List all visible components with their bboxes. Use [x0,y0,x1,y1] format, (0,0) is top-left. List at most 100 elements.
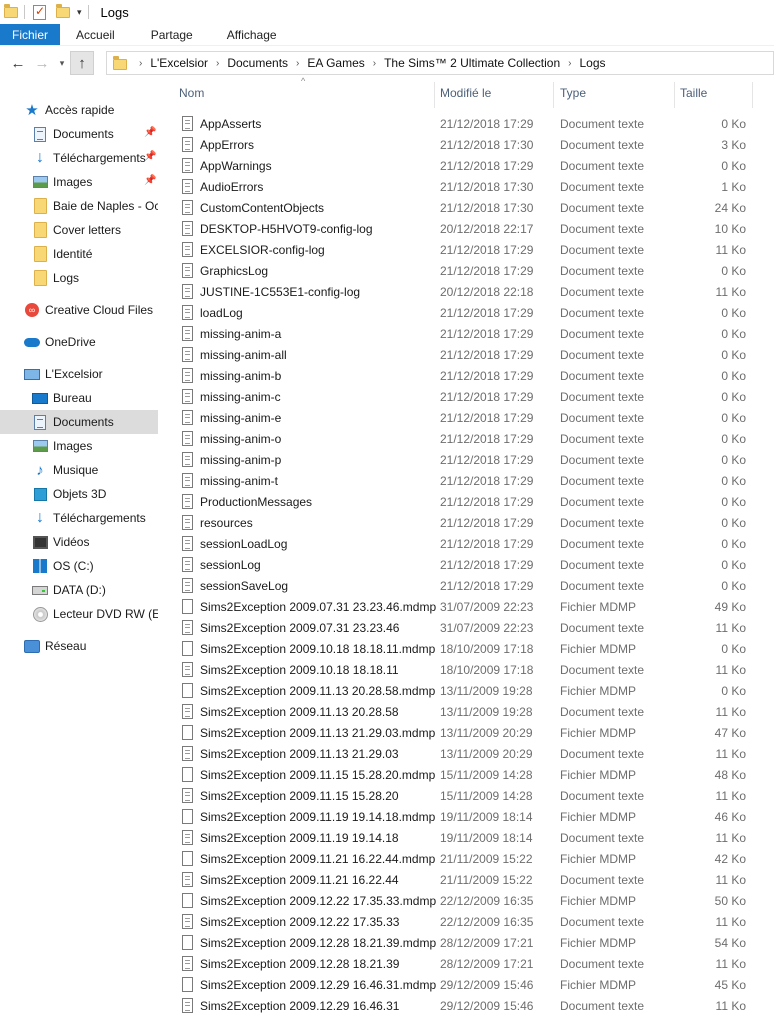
properties-icon[interactable] [33,4,46,20]
file-row[interactable]: GraphicsLog 21/12/2018 17:29 Document text… [160,260,774,281]
file-row[interactable]: CustomContentObjects 21/12/2018 17:30 Docu… [160,197,774,218]
sidebar-item-musique[interactable]: ♪ Musique [0,458,158,482]
tab-view[interactable]: Affichage [209,24,293,45]
file-row[interactable]: Sims2Exception 2009.11.13 21.29.03.mdmp 1… [160,722,774,743]
column-divider[interactable] [752,82,753,108]
sidebar-item-baie-de-naples[interactable]: Baie de Naples - Oct [0,194,158,218]
tab-file[interactable]: Fichier [0,24,61,45]
breadcrumb-chevron-icon[interactable]: › [367,58,382,69]
sidebar-item-quick-access[interactable]: ★ Accès rapide [0,98,158,122]
file-row[interactable]: Sims2Exception 2009.11.13 21.29.03 13/11/… [160,743,774,764]
breadcrumb-item[interactable]: The Sims™ 2 Ultimate Collection [382,56,562,70]
file-row[interactable]: Sims2Exception 2009.11.13 20.28.58 13/11/… [160,701,774,722]
sidebar-item-logs[interactable]: Logs [0,266,158,290]
file-row[interactable]: Sims2Exception 2009.11.15 15.28.20.mdmp 1… [160,764,774,785]
breadcrumb-chevron-icon[interactable]: › [562,58,577,69]
file-row[interactable]: Sims2Exception 2009.11.15 15.28.20 15/11/… [160,785,774,806]
tab-share[interactable]: Partage [131,24,209,45]
video-icon [32,534,48,550]
breadcrumb-item[interactable]: Logs [578,56,608,70]
sidebar-item-images-pinned[interactable]: Images 📌 [0,170,158,194]
file-row[interactable]: EXCELSIOR-config-log 21/12/2018 17:29 Docu… [160,239,774,260]
file-row[interactable]: Sims2Exception 2009.10.18 18.18.11.mdmp 1… [160,638,774,659]
file-row[interactable]: AppAsserts 21/12/2018 17:29 Document texte… [160,113,774,134]
file-row[interactable]: AppWarnings 21/12/2018 17:29 Document text… [160,155,774,176]
file-row[interactable]: missing-anim-c 21/12/2018 17:29 Document t… [160,386,774,407]
tab-home[interactable]: Accueil [60,24,131,45]
file-row[interactable]: sessionLoadLog 21/12/2018 17:29 Document t… [160,533,774,554]
sidebar-item-onedrive[interactable]: OneDrive [0,330,158,354]
sidebar-item-objets-3d[interactable]: Objets 3D [0,482,158,506]
file-row[interactable]: sessionLog 21/12/2018 17:29 Document texte… [160,554,774,575]
file-row[interactable]: Sims2Exception 2009.11.13 20.28.58.mdmp 1… [160,680,774,701]
column-header-modified[interactable]: Modifié le [440,86,491,100]
column-divider[interactable] [434,82,435,108]
breadcrumb-chevron-icon[interactable]: › [133,58,148,69]
file-row[interactable]: missing-anim-b 21/12/2018 17:29 Document t… [160,365,774,386]
file-row[interactable]: resources 21/12/2018 17:29 Document texte 0… [160,512,774,533]
file-row[interactable]: Sims2Exception 2009.12.29 16.46.31.mdmp 2… [160,974,774,995]
up-arrow-icon[interactable]: ↑ [70,51,94,75]
breadcrumb-chevron-icon[interactable]: › [290,58,305,69]
file-row[interactable]: sessionSaveLog 21/12/2018 17:29 Document t… [160,575,774,596]
column-header-type[interactable]: Type [560,86,586,100]
file-row[interactable]: Sims2Exception 2009.07.31 23.23.46 31/07/… [160,617,774,638]
sidebar-item-data-d[interactable]: DATA (D:) [0,578,158,602]
sidebar-item-reseau[interactable]: Réseau [0,634,158,658]
file-row[interactable]: Sims2Exception 2009.11.21 16.22.44 21/11/… [160,869,774,890]
file-row[interactable]: missing-anim-e 21/12/2018 17:29 Document t… [160,407,774,428]
file-row[interactable]: Sims2Exception 2009.11.21 16.22.44.mdmp 2… [160,848,774,869]
sidebar-item-dvd-e[interactable]: Lecteur DVD RW (E:) [0,602,158,626]
file-row[interactable]: ProductionMessages 21/12/2018 17:29 Docume… [160,491,774,512]
file-row[interactable]: DESKTOP-H5HVOT9-config-log 20/12/2018 22:… [160,218,774,239]
file-row[interactable]: loadLog 21/12/2018 17:29 Document texte 0 K… [160,302,774,323]
file-row[interactable]: Sims2Exception 2009.11.19 19.14.18.mdmp 1… [160,806,774,827]
sidebar-item-documents[interactable]: Documents [0,410,158,434]
sidebar-item-videos[interactable]: Vidéos [0,530,158,554]
back-arrow-icon[interactable]: ← [6,51,30,75]
file-row[interactable]: Sims2Exception 2009.10.18 18.18.11 18/10/… [160,659,774,680]
sidebar-item-this-pc[interactable]: L'Excelsior [0,362,158,386]
sidebar-item-downloads-pinned[interactable]: ↓ Téléchargements 📌 [0,146,158,170]
file-row[interactable]: Sims2Exception 2009.07.31 23.23.46.mdmp 3… [160,596,774,617]
file-row[interactable]: Sims2Exception 2009.12.28 18.21.39.mdmp 2… [160,932,774,953]
file-row[interactable]: missing-anim-p 21/12/2018 17:29 Document t… [160,449,774,470]
file-row[interactable]: AppErrors 21/12/2018 17:30 Document texte 3… [160,134,774,155]
file-row[interactable]: JUSTINE-1C553E1-config-log 20/12/2018 22:… [160,281,774,302]
forward-arrow-icon[interactable]: → [30,51,54,75]
column-divider[interactable] [553,82,554,108]
column-divider[interactable] [674,82,675,108]
file-row[interactable]: Sims2Exception 2009.12.22 17.35.33 22/12/… [160,911,774,932]
file-row[interactable]: AudioErrors 21/12/2018 17:30 Document text… [160,176,774,197]
column-header-name[interactable]: Nom [179,86,204,100]
file-row[interactable]: missing-anim-a 21/12/2018 17:29 Document t… [160,323,774,344]
file-row[interactable]: Sims2Exception 2009.12.22 17.35.33.mdmp 2… [160,890,774,911]
file-row[interactable]: Sims2Exception 2009.11.19 19.14.18 19/11/… [160,827,774,848]
recent-locations-chevron-icon[interactable]: ▾ [54,51,70,75]
sidebar-item-documents-pinned[interactable]: Documents 📌 [0,122,158,146]
file-modified: 18/10/2009 17:18 [440,663,534,677]
column-header-size[interactable]: Taille [680,86,707,100]
breadcrumb-item[interactable]: L'Excelsior [148,56,210,70]
sidebar-item-identite[interactable]: Identité [0,242,158,266]
file-row[interactable]: Sims2Exception 2009.12.28 18.21.39 28/12/… [160,953,774,974]
file-size: 11 Ko [715,789,746,803]
sidebar-item-cover-letters[interactable]: Cover letters [0,218,158,242]
sidebar-item-images[interactable]: Images [0,434,158,458]
new-folder-icon[interactable] [56,3,70,20]
sidebar-item-bureau[interactable]: Bureau [0,386,158,410]
file-row[interactable]: missing-anim-t 21/12/2018 17:29 Document t… [160,470,774,491]
breadcrumb-item[interactable]: EA Games [305,56,366,70]
file-row[interactable]: missing-anim-o 21/12/2018 17:29 Document t… [160,428,774,449]
address-bar[interactable]: › L'Excelsior › Documents › EA Games › T… [106,51,774,75]
file-modified: 15/11/2009 14:28 [440,789,533,803]
sidebar-item-label: Baie de Naples - Oct [53,199,158,213]
file-row[interactable]: Sims2Exception 2009.12.29 16.46.31 29/12/… [160,995,774,1016]
file-row[interactable]: missing-anim-all 21/12/2018 17:29 Document… [160,344,774,365]
sidebar-item-creative-cloud[interactable]: ∞ Creative Cloud Files [0,298,158,322]
customize-toolbar-chevron-icon[interactable]: ▾ [77,4,82,20]
breadcrumb-chevron-icon[interactable]: › [210,58,225,69]
breadcrumb-item[interactable]: Documents [225,56,290,70]
sidebar-item-telechargements[interactable]: ↓ Téléchargements [0,506,158,530]
sidebar-item-os-c[interactable]: OS (C:) [0,554,158,578]
